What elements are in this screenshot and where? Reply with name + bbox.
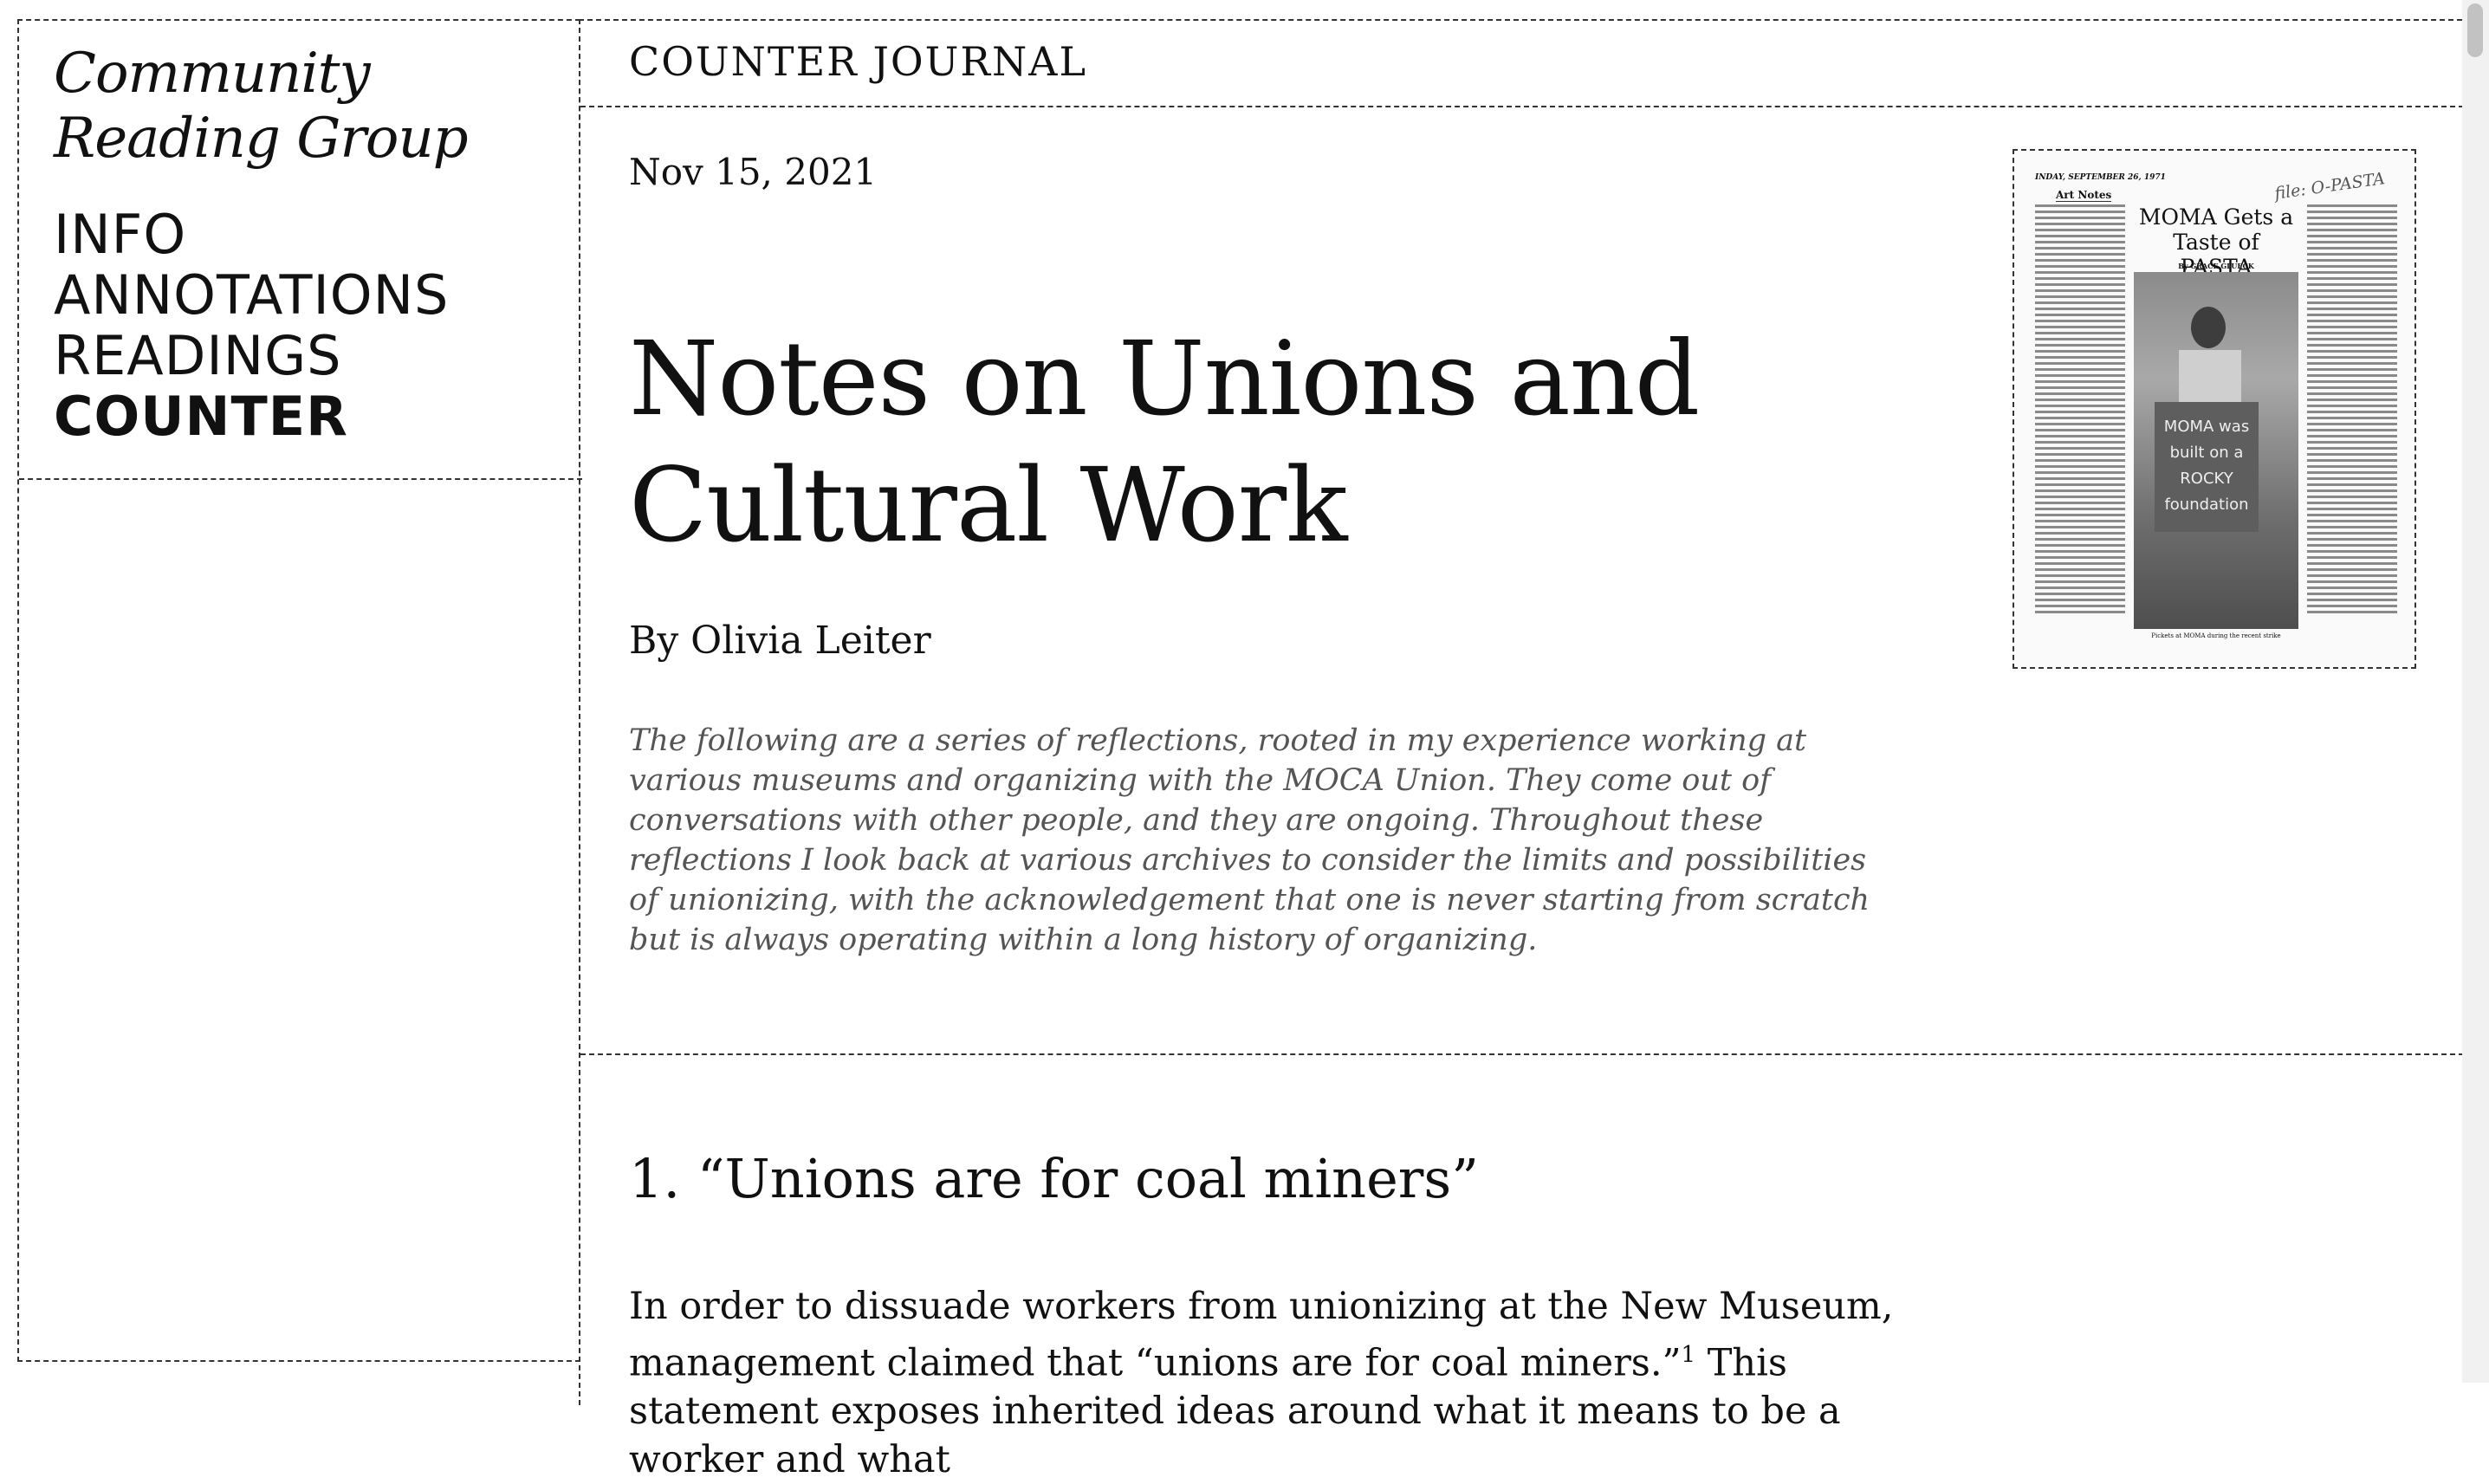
photo-person-head	[2191, 307, 2226, 348]
nav-counter[interactable]: COUNTER	[54, 386, 449, 447]
article-title: Notes on Unions and Cultural Work	[629, 319, 1700, 565]
journal-name[interactable]: COUNTER JOURNAL	[629, 38, 1087, 85]
clipping-date: INDAY, SEPTEMBER 26, 1971	[2035, 173, 2166, 182]
clipping-byline: By GRACE GLUECK	[2178, 262, 2254, 270]
nav-readings[interactable]: READINGS	[54, 326, 449, 386]
article-date: Nov 15, 2021	[629, 151, 878, 193]
journal-header: COUNTER JOURNAL	[580, 21, 2464, 107]
site-title-line2[interactable]: Reading Group	[54, 107, 565, 172]
clipping-text-column-right	[2307, 204, 2397, 617]
article-abstract: The following are a series of reflection…	[629, 723, 1870, 957]
scrollbar-thumb[interactable]	[2467, 3, 2483, 57]
footnote-link[interactable]: 1	[1682, 1342, 1696, 1368]
clipping-caption: Pickets at MOMA during the recent strike	[2151, 632, 2281, 639]
article-byline: By Olivia Leiter	[629, 619, 931, 663]
clipping-handwritten-note: file: O-PASTA	[2273, 169, 2387, 204]
main-nav: INFO ANNOTATIONS READINGS COUNTER	[54, 204, 449, 447]
section-divider	[580, 1053, 2464, 1055]
clipping-text-column-left	[2035, 204, 2125, 617]
section-heading: 1. “Unions are for coal miners”	[629, 1147, 1479, 1210]
sidebar-header: Community Reading Group INFO ANNOTATIONS…	[19, 21, 582, 480]
main-content: COUNTER JOURNAL Nov 15, 2021 Notes on Un…	[579, 19, 2464, 1481]
clipping-section: Art Notes	[2056, 189, 2112, 202]
clipping-photo: MOMA was built on a ROCKY foundation	[2134, 272, 2298, 629]
site-title[interactable]: Community Reading Group	[54, 42, 565, 172]
site-title-line1[interactable]: Community	[54, 42, 565, 107]
nav-annotations[interactable]: ANNOTATIONS	[54, 265, 449, 326]
sidebar: Community Reading Group INFO ANNOTATIONS…	[17, 19, 582, 1362]
newspaper-clipping-image: INDAY, SEPTEMBER 26, 1971 Art Notes MOMA…	[2013, 149, 2416, 669]
body-paragraph: In order to dissuade workers from unioni…	[629, 1282, 1980, 1484]
nav-info[interactable]: INFO	[54, 204, 449, 265]
photo-picket-sign: MOMA was built on a ROCKY foundation	[2155, 402, 2259, 532]
page-scrollbar[interactable]	[2462, 0, 2489, 1383]
